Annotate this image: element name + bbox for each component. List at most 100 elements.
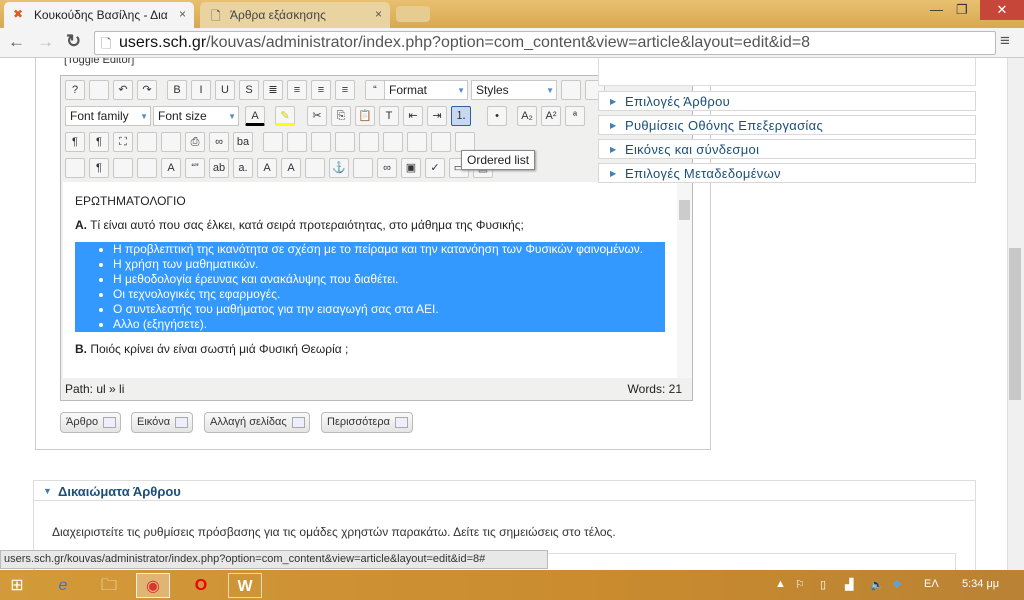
new-document-icon[interactable] xyxy=(89,80,109,100)
back-icon[interactable]: ← xyxy=(8,32,25,52)
panel-metadata[interactable]: Επιλογές Μεταδεδομένων xyxy=(598,163,976,183)
eraser-icon[interactable] xyxy=(561,80,581,100)
paste-icon[interactable]: 📋 xyxy=(355,106,375,126)
word-icon[interactable]: W xyxy=(228,573,262,598)
internet-explorer-icon[interactable]: e xyxy=(46,573,80,598)
article-button[interactable]: Άρθρο xyxy=(60,412,122,433)
anchor-icon[interactable]: ⚓ xyxy=(329,158,349,178)
image-icon[interactable]: ▣ xyxy=(401,158,421,178)
align-center-icon[interactable]: ≡ xyxy=(287,80,307,100)
paste-text-icon[interactable]: T xyxy=(379,106,399,126)
align-right-icon[interactable]: ≡ xyxy=(335,80,355,100)
flag-icon[interactable]: ⚐ xyxy=(795,578,805,591)
close-tab-icon[interactable]: × xyxy=(179,7,186,21)
highlight-color-icon[interactable]: ✎ xyxy=(275,106,295,126)
redo-icon[interactable]: ↷ xyxy=(137,80,157,100)
scroll-thumb[interactable] xyxy=(679,200,690,220)
page-scroll-thumb[interactable] xyxy=(1009,248,1021,400)
toggle-editor-link[interactable]: [Toggle Editor] xyxy=(64,58,134,66)
pagebreak-button[interactable]: Αλλαγή σελίδας xyxy=(204,412,310,433)
windows-start-icon[interactable]: ⊞ xyxy=(0,573,34,598)
text-color-icon[interactable]: A xyxy=(245,106,265,126)
italic-icon[interactable]: I xyxy=(191,80,211,100)
align-left-icon[interactable]: ≡ xyxy=(311,80,331,100)
cut-icon[interactable]: ✂ xyxy=(307,106,327,126)
forward-icon[interactable]: → xyxy=(37,32,54,52)
address-bar[interactable]: 🗋 users.sch.gr/kouvas/administrator/index… xyxy=(94,31,996,55)
rtl-icon[interactable]: ¶ xyxy=(89,132,109,152)
fullscreen-icon[interactable]: ⛶ xyxy=(113,132,133,152)
abbr-icon[interactable]: ab xyxy=(209,158,229,178)
bold-icon[interactable]: B xyxy=(167,80,187,100)
ins-icon[interactable]: A xyxy=(281,158,301,178)
dropbox-icon[interactable]: ❖ xyxy=(892,578,902,591)
font-family-select[interactable]: Font family ▼ xyxy=(65,106,151,126)
search-binoculars-icon[interactable]: ∞ xyxy=(209,132,229,152)
panel-images-links[interactable]: Εικόνες και σύνδεσμοι xyxy=(598,139,976,159)
help-icon[interactable]: ? xyxy=(65,80,85,100)
indent-icon[interactable]: ⇥ xyxy=(427,106,447,126)
cell-props-icon[interactable] xyxy=(335,132,355,152)
panel-editor-settings[interactable]: Ρυθμίσεις Οθόνης Επεξεργασίας xyxy=(598,115,976,135)
network-icon[interactable]: ▟ xyxy=(845,578,853,591)
cite-icon[interactable]: “” xyxy=(185,158,205,178)
new-tab-button[interactable] xyxy=(396,6,430,22)
tab-active[interactable]: ✖ Κουκούδης Βασίλης - Δια × xyxy=(4,2,194,28)
charmap-icon[interactable]: ª xyxy=(565,106,585,126)
opera-icon[interactable]: O xyxy=(184,573,218,598)
pagebreak-icon[interactable] xyxy=(137,158,157,178)
show-blocks-icon[interactable]: ¶ xyxy=(89,158,109,178)
split-cells-icon[interactable] xyxy=(455,132,475,152)
merge-cells-icon[interactable] xyxy=(431,132,451,152)
undo-icon[interactable]: ↶ xyxy=(113,80,133,100)
link-icon[interactable]: ∞ xyxy=(377,158,397,178)
superscript-icon[interactable]: A² xyxy=(541,106,561,126)
insert-row-before-icon[interactable] xyxy=(359,132,379,152)
image-button[interactable]: Εικόνα xyxy=(131,412,194,433)
reload-icon[interactable]: ↻ xyxy=(66,31,81,52)
attribs-icon[interactable] xyxy=(305,158,325,178)
format-select[interactable]: Format ▼ xyxy=(384,80,468,100)
strikethrough-icon[interactable]: S xyxy=(239,80,259,100)
unordered-list-icon[interactable]: • xyxy=(487,106,507,126)
editor-scrollbar[interactable] xyxy=(677,182,692,378)
file-explorer-icon[interactable]: 🗀 xyxy=(92,573,126,598)
font-size-select[interactable]: Font size ▼ xyxy=(153,106,239,126)
tab-inactive[interactable]: 🗋 Άρθρα εξάσκησης × xyxy=(200,2,390,28)
clock[interactable]: 5:34 μμ xyxy=(962,578,999,590)
ordered-list-icon[interactable]: ⒈ xyxy=(451,106,471,126)
restore-icon[interactable]: ❐ xyxy=(956,2,968,18)
table-icon[interactable] xyxy=(263,132,283,152)
close-tab-icon[interactable]: × xyxy=(375,7,382,21)
close-window-icon[interactable]: ✕ xyxy=(980,0,1024,20)
tray-arrow-icon[interactable]: ▲ xyxy=(775,578,786,590)
acronym-icon[interactable]: a. xyxy=(233,158,253,178)
permissions-header[interactable]: Δικαιώματα Άρθρου xyxy=(34,481,975,501)
editor-content[interactable]: ΕΡΩΤΗΜΑΤΟΛΟΓΙΟ Α. Τί είναι αυτό που σας … xyxy=(63,182,677,378)
readmore-button[interactable]: Περισσότερα xyxy=(321,412,413,433)
subscript-icon[interactable]: A₂ xyxy=(517,106,537,126)
delete-row-icon[interactable] xyxy=(407,132,427,152)
minimize-icon[interactable]: — xyxy=(930,2,943,17)
panel-article-options[interactable]: Επιλογές Άρθρου xyxy=(598,91,976,111)
ltr-icon[interactable]: ¶ xyxy=(65,132,85,152)
insert-row-after-icon[interactable] xyxy=(383,132,403,152)
template-icon[interactable] xyxy=(113,158,133,178)
unlink-icon[interactable] xyxy=(353,158,373,178)
underline-icon[interactable]: U xyxy=(215,80,235,100)
preview-icon[interactable] xyxy=(137,132,157,152)
battery-icon[interactable]: ▯ xyxy=(820,578,826,591)
styles-select[interactable]: Styles ▼ xyxy=(471,80,557,100)
chrome-icon[interactable]: ◉ xyxy=(136,573,170,598)
volume-icon[interactable]: 🔈 xyxy=(870,578,884,591)
delete-table-icon[interactable] xyxy=(287,132,307,152)
print-icon[interactable]: ⎙ xyxy=(185,132,205,152)
code-icon[interactable] xyxy=(161,132,181,152)
row-props-icon[interactable] xyxy=(311,132,331,152)
blockquote-icon[interactable]: “ xyxy=(365,80,385,100)
spellcheck-icon[interactable]: ✓ xyxy=(425,158,445,178)
replace-icon[interactable]: ba xyxy=(233,132,253,152)
copy-icon[interactable]: ⎘ xyxy=(331,106,351,126)
justify-full-icon[interactable]: ≣ xyxy=(263,80,283,100)
del-icon[interactable]: A xyxy=(257,158,277,178)
